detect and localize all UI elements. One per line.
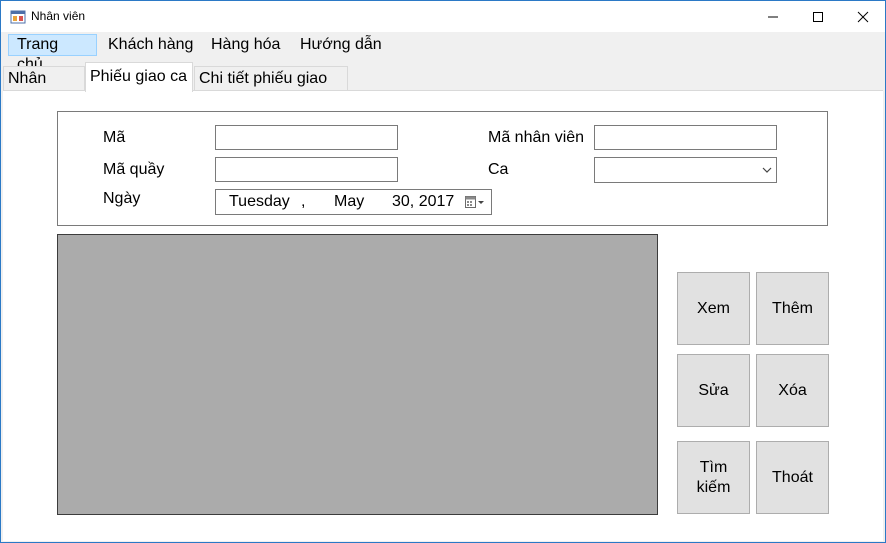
app-icon <box>10 10 26 24</box>
them-button[interactable]: Thêm <box>756 272 829 345</box>
ma-quay-field[interactable] <box>215 157 398 182</box>
ma-label: Mã <box>103 129 126 146</box>
maximize-icon <box>812 11 823 22</box>
xoa-button[interactable]: Xóa <box>756 354 829 427</box>
minimize-icon <box>767 16 778 17</box>
form-groupbox: Mã Mã quầy Ngày Tuesday , May 30, 2017 M… <box>57 111 828 226</box>
app-window: Nhân viên Trang chủ Khách hàng Hàng hóa … <box>0 0 886 543</box>
tab-phieu-giao-ca[interactable]: Phiếu giao ca <box>85 62 193 92</box>
menu-bar: Trang chủ Khách hàng Hàng hóa Hướng dẫn <box>1 32 885 73</box>
menu-hang-hoa[interactable]: Hàng hóa <box>203 34 288 56</box>
ma-field[interactable] <box>215 125 398 150</box>
date-separator: , <box>301 193 306 210</box>
menu-huong-dan[interactable]: Hướng dẫn <box>292 34 390 56</box>
tab-strip: Nhân viên Phiếu giao ca Chi tiết phiếu g… <box>1 62 885 111</box>
menu-khach-hang[interactable]: Khách hàng <box>100 34 201 56</box>
date-month: May <box>334 193 365 210</box>
ca-dropdown[interactable] <box>594 157 777 183</box>
tim-kiem-button[interactable]: Tìm kiếm <box>677 441 750 514</box>
chevron-down-icon <box>762 167 772 173</box>
menu-trang-chu[interactable]: Trang chủ <box>8 34 97 73</box>
ma-quay-label: Mã quầy <box>103 161 165 178</box>
data-grid[interactable] <box>57 234 658 515</box>
date-day-year: 30, 2017 <box>392 193 455 210</box>
tab-nhan-vien[interactable]: Nhân viên <box>3 66 85 111</box>
close-icon <box>857 11 868 22</box>
window-title: Nhân viên <box>31 9 86 23</box>
ma-nhan-vien-label: Mã nhân viên <box>488 129 585 146</box>
maximize-button[interactable] <box>795 1 840 32</box>
ca-label: Ca <box>488 161 509 178</box>
tab-page-phieu-giao-ca: Mã Mã quầy Ngày Tuesday , May 30, 2017 M… <box>3 90 883 541</box>
calendar-icon[interactable] <box>465 196 485 209</box>
tim-kiem-label-line1: Tìm <box>699 458 728 476</box>
date-weekday: Tuesday <box>229 193 290 210</box>
xem-button[interactable]: Xem <box>677 272 750 345</box>
tim-kiem-label-line2: kiếm <box>696 478 731 496</box>
thoat-button[interactable]: Thoát <box>756 441 829 514</box>
tab-chi-tiet-phieu-giao-ca[interactable]: Chi tiết phiếu giao ca <box>194 66 348 111</box>
ma-nhan-vien-field[interactable] <box>594 125 777 150</box>
ngay-datepicker[interactable]: Tuesday , May 30, 2017 <box>215 189 492 215</box>
sua-button[interactable]: Sửa <box>677 354 750 427</box>
minimize-button[interactable] <box>750 1 795 32</box>
title-bar: Nhân viên <box>1 1 885 32</box>
close-button[interactable] <box>840 1 885 32</box>
ngay-label: Ngày <box>103 190 141 207</box>
